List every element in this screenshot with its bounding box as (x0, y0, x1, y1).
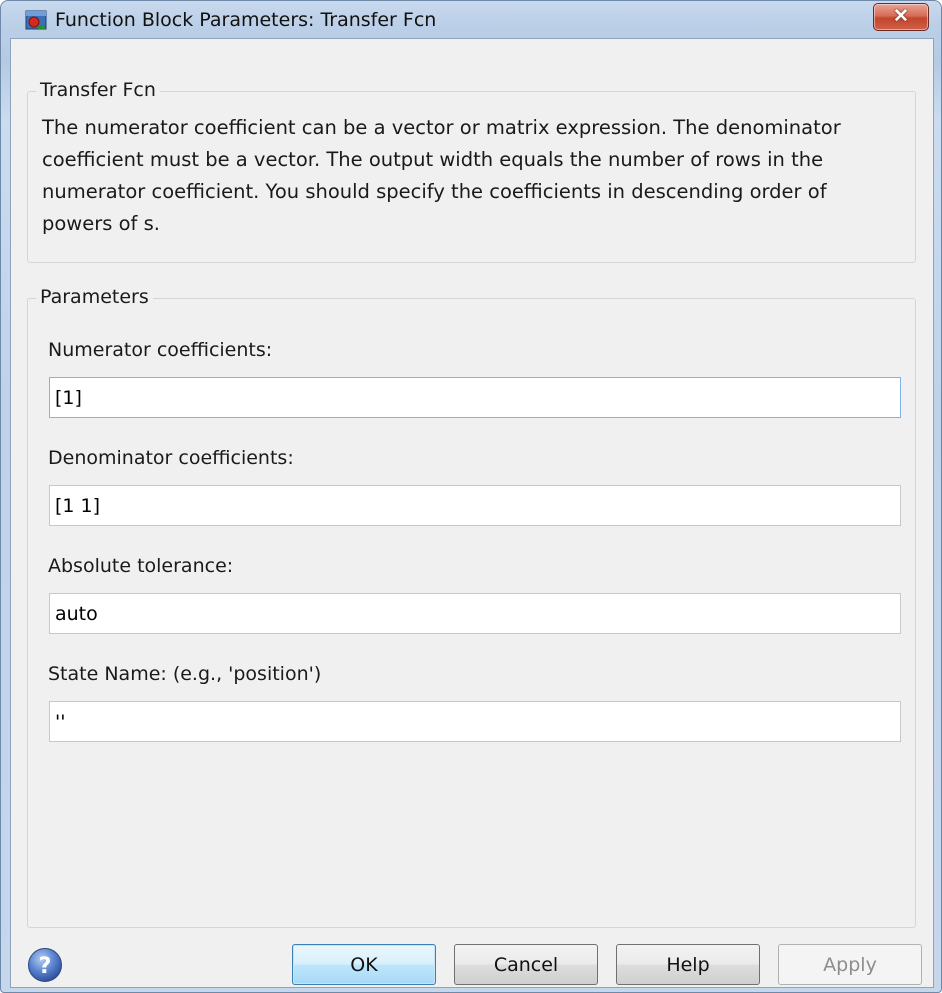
cancel-button[interactable]: Cancel (454, 944, 598, 985)
block-description-group: Transfer Fcn The numerator coefficient c… (27, 79, 916, 263)
state-name-input[interactable] (49, 701, 901, 742)
svg-text:?: ? (39, 954, 52, 979)
denominator-input[interactable] (49, 485, 901, 526)
ok-button[interactable]: OK (292, 944, 436, 985)
help-question-icon[interactable]: ? (27, 947, 63, 983)
block-description: The numerator coefficient can be a vecto… (42, 116, 841, 235)
apply-button[interactable]: Apply (778, 944, 922, 985)
close-button[interactable]: ✕ (873, 3, 929, 31)
absolute-tolerance-input[interactable] (49, 593, 901, 634)
title-bar[interactable]: Function Block Parameters: Transfer Fcn … (1, 1, 941, 37)
close-icon: ✕ (893, 6, 909, 27)
block-type-heading: Transfer Fcn (36, 79, 160, 101)
window-title: Function Block Parameters: Transfer Fcn (55, 9, 437, 31)
dialog-window: Function Block Parameters: Transfer Fcn … (0, 0, 942, 993)
parameters-heading: Parameters (36, 286, 153, 308)
numerator-input[interactable] (49, 377, 901, 418)
state-name-label: State Name: (e.g., 'position') (48, 663, 322, 685)
help-button[interactable]: Help (616, 944, 760, 985)
absolute-tolerance-label: Absolute tolerance: (48, 555, 234, 577)
denominator-label: Denominator coefficients: (48, 447, 294, 469)
numerator-label: Numerator coefficients: (48, 339, 273, 361)
dialog-content: Transfer Fcn The numerator coefficient c… (10, 38, 934, 988)
simulink-block-icon (25, 10, 47, 30)
